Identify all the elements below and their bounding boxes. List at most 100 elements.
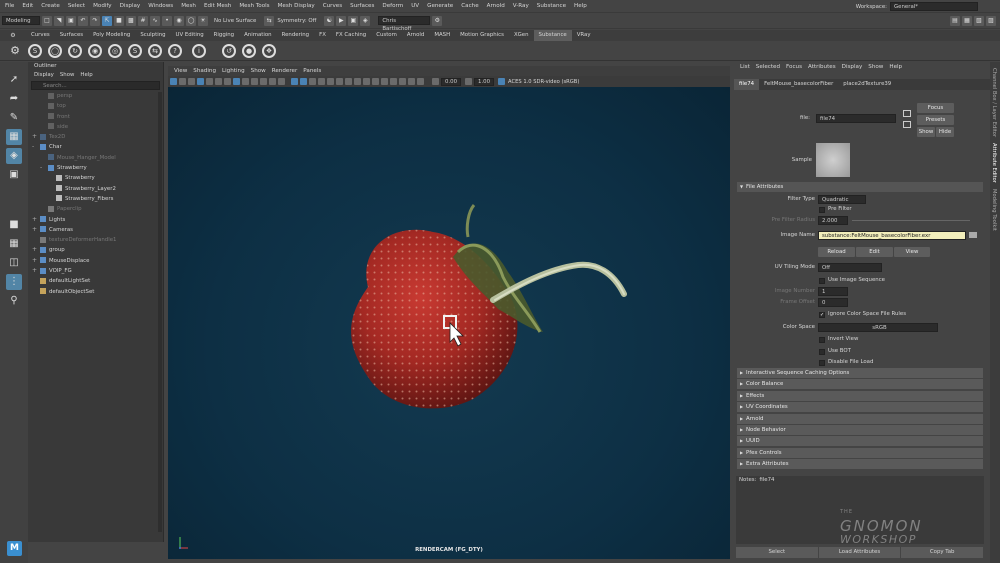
menu-item-windows[interactable]: Windows	[148, 0, 173, 13]
snap-grid-icon[interactable]: #	[138, 15, 148, 26]
menu-item-select[interactable]: Select	[68, 0, 85, 13]
xray-joints-icon[interactable]	[408, 78, 415, 85]
outliner-item[interactable]: + group	[28, 245, 163, 255]
color-management-icon[interactable]	[498, 78, 506, 85]
menu-item-deform[interactable]: Deform	[382, 0, 403, 13]
attr-menu-attributes[interactable]: Attributes	[808, 62, 836, 73]
attr-menu-selected[interactable]: Selected	[756, 62, 780, 73]
menu-item-substance[interactable]: Substance	[537, 0, 566, 13]
new-scene-icon[interactable]: □	[42, 15, 52, 26]
outliner-menu-help[interactable]: Help	[80, 71, 92, 80]
snap-curve-icon[interactable]: ∿	[150, 15, 160, 26]
menu-item-help[interactable]: Help	[574, 0, 587, 13]
menu-item-display[interactable]: Display	[120, 0, 141, 13]
shelf-tab-fx[interactable]: FX	[314, 30, 331, 41]
attr-menu-focus[interactable]: Focus	[786, 62, 802, 73]
substance-icon[interactable]: S	[28, 43, 42, 58]
substance-help-icon[interactable]: ?	[168, 43, 182, 58]
presets-node-icon[interactable]	[903, 121, 911, 128]
shelf-tab-vray[interactable]: VRay	[572, 30, 596, 41]
attr-tab[interactable]: FeltMouse_basecolorFiber	[759, 79, 838, 90]
live-surface-label[interactable]: No Live Surface	[214, 18, 256, 24]
expand-toggle-icon[interactable]: -	[32, 142, 34, 152]
wireframe-on-shaded-icon[interactable]	[318, 78, 325, 85]
expand-toggle-icon[interactable]: +	[32, 225, 37, 235]
depth-of-field-icon[interactable]	[381, 78, 388, 85]
shelf-tab-xgen[interactable]: XGen	[509, 30, 534, 41]
shelf-menu-icon[interactable]: ⚙	[0, 32, 26, 39]
rotate-tool-icon[interactable]: ◈	[6, 148, 22, 164]
presets-button[interactable]: Presets	[917, 115, 954, 125]
substance-create-icon[interactable]: ◯	[48, 43, 62, 58]
menu-item-uv[interactable]: UV	[411, 0, 419, 13]
folder-icon[interactable]	[969, 232, 977, 238]
frame-offset-field[interactable]: 0	[818, 298, 848, 307]
resolution-gate-icon[interactable]	[242, 78, 249, 85]
outliner-item[interactable]: Strawberry_Fibers	[28, 194, 163, 204]
image-name-field[interactable]: substance:FeltMouse_basecolorFiber.exr	[818, 231, 966, 240]
outliner-item[interactable]: front	[28, 112, 163, 122]
section-effects[interactable]: Effects	[737, 390, 983, 401]
grease-pencil-icon[interactable]	[215, 78, 222, 85]
shelf-tab-mash[interactable]: MASH	[429, 30, 455, 41]
make-live-icon[interactable]: ☀	[198, 15, 208, 26]
image-plane-icon[interactable]	[197, 78, 204, 85]
outliner-item[interactable]: Strawberry_Layer2	[28, 184, 163, 194]
xray-icon[interactable]	[399, 78, 406, 85]
gate-mask-icon[interactable]	[251, 78, 258, 85]
two-view-icon[interactable]: ◫	[6, 255, 22, 271]
copy-tab-button[interactable]: Copy Tab	[901, 547, 984, 558]
history-icon[interactable]: ☯	[324, 15, 335, 26]
outliner-item[interactable]: Mouse_Hanger_Model	[28, 153, 163, 163]
outliner-item[interactable]: + Lights	[28, 215, 163, 225]
section-uuid[interactable]: UUID	[737, 436, 983, 447]
outliner-item[interactable]: + Tex2D	[28, 132, 163, 142]
outliner-item[interactable]: defaultLightSet	[28, 276, 163, 286]
use-bot-checkbox[interactable]	[819, 349, 825, 355]
substance-graph-icon[interactable]: ◉	[88, 43, 102, 58]
select-object-icon[interactable]: ■	[114, 15, 124, 26]
menu-item-edit-mesh[interactable]: Edit Mesh	[204, 0, 231, 13]
use-image-sequence-checkbox[interactable]	[819, 278, 825, 284]
substance-workflow-icon[interactable]: S	[128, 43, 142, 58]
expand-toggle-icon[interactable]: +	[32, 215, 37, 225]
uv-tiling-dropdown[interactable]: Off	[818, 263, 882, 272]
section-pfex-controls[interactable]: Pfex Controls	[737, 447, 983, 458]
attr-menu-help[interactable]: Help	[889, 62, 902, 73]
shelf-tab-motion-graphics[interactable]: Motion Graphics	[455, 30, 509, 41]
open-scene-icon[interactable]: ◥	[54, 15, 64, 26]
gear-icon[interactable]: ⚙	[8, 44, 22, 58]
section-interactive-sequence-caching-options[interactable]: Interactive Sequence Caching Options	[737, 368, 983, 378]
symmetry-dropdown[interactable]: Symmetry: Off	[277, 18, 316, 24]
outliner-item[interactable]: + MouseDisplace	[28, 256, 163, 266]
menu-item-modify[interactable]: Modify	[93, 0, 112, 13]
render-icon[interactable]: ▶	[336, 15, 347, 26]
isolate-select-icon[interactable]	[390, 78, 397, 85]
expand-toggle-icon[interactable]: -	[40, 163, 42, 173]
menu-item-surfaces[interactable]: Surfaces	[350, 0, 374, 13]
focus-button[interactable]: Focus	[917, 103, 954, 113]
four-view-icon[interactable]: ▦	[6, 236, 22, 252]
user-account-dropdown[interactable]: Chris Bartischoff	[378, 16, 431, 32]
menu-item-create[interactable]: Create	[41, 0, 60, 13]
snap-view-icon[interactable]: ◉	[174, 15, 184, 26]
substance-sync-icon[interactable]: ↺	[222, 43, 236, 58]
channel-box-toggle-icon[interactable]: ▤	[950, 15, 960, 26]
grid-icon[interactable]	[224, 78, 231, 85]
section-node-behavior[interactable]: Node Behavior	[737, 425, 983, 435]
invert-view-checkbox[interactable]	[819, 337, 825, 343]
viewport-menu-view[interactable]: View	[174, 66, 187, 76]
color-space-dropdown[interactable]: sRGB	[818, 323, 938, 332]
section-uv-coordinates[interactable]: UV Coordinates	[737, 402, 983, 413]
viewport-menu-lighting[interactable]: Lighting	[222, 66, 245, 76]
shelf-tab-animation[interactable]: Animation	[239, 30, 276, 41]
file-node-name-field[interactable]: file74	[816, 114, 896, 123]
ignore-color-space-checkbox[interactable]: ✓	[819, 312, 825, 318]
motion-blur-icon[interactable]	[363, 78, 370, 85]
gamma-icon[interactable]	[465, 78, 473, 85]
pre-filter-checkbox[interactable]	[819, 207, 825, 213]
pre-filter-radius-slider[interactable]	[852, 220, 970, 221]
attr-menu-list[interactable]: List	[740, 62, 750, 73]
focus-node-icon[interactable]	[903, 110, 911, 117]
shelf-tab-rendering[interactable]: Rendering	[277, 30, 315, 41]
